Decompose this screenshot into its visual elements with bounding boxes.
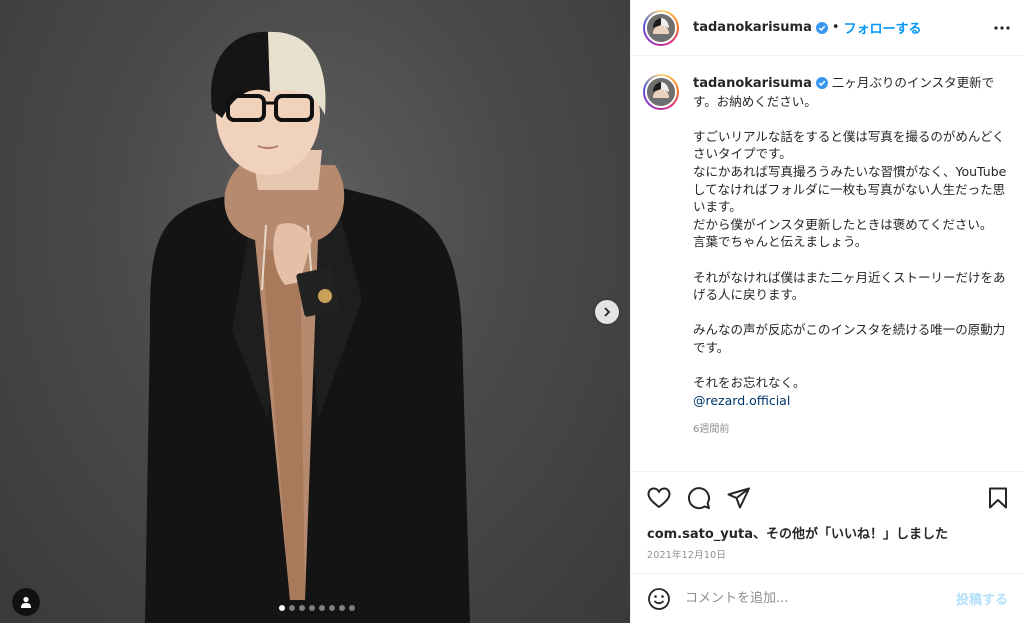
comment-input[interactable] [685, 591, 956, 606]
carousel-dot [299, 605, 305, 611]
likes-summary: com.sato_yuta、その他が「いいね！」しました [631, 523, 1024, 543]
post-header: tadanokarisuma • フォローする [631, 0, 1024, 56]
avatar[interactable] [643, 74, 679, 110]
verified-badge-icon [815, 21, 828, 34]
emoji-icon[interactable] [647, 587, 671, 611]
mention-link[interactable]: @rezard.official [693, 393, 790, 408]
carousel-dot [319, 605, 325, 611]
user-icon [21, 596, 31, 608]
carousel-dot [339, 605, 345, 611]
avatar[interactable] [643, 9, 679, 46]
tagged-users-button[interactable] [12, 588, 40, 616]
carousel-dot [289, 605, 295, 611]
caption-section: tadanokarisuma 二ヶ月ぶりのインスタ更新です。お納めください。 す… [631, 56, 1024, 471]
comment-bar: 投稿する [631, 573, 1024, 623]
caption-username-link[interactable]: tadanokarisuma [693, 76, 812, 91]
chevron-right-icon [604, 307, 611, 317]
carousel-dot [279, 605, 285, 611]
follow-button[interactable]: フォローする [844, 18, 922, 37]
separator: • [831, 20, 840, 35]
action-bar [631, 471, 1024, 523]
carousel-next-button[interactable] [595, 300, 619, 324]
comment-icon [688, 486, 710, 509]
save-button[interactable] [988, 487, 1008, 509]
carousel-indicator [279, 605, 355, 611]
liker-username-link[interactable]: com.sato_yuta [647, 527, 753, 542]
post-timestamp: 6週間前 [693, 424, 730, 436]
carousel-dot [349, 605, 355, 611]
share-button[interactable] [727, 487, 751, 509]
post-comment-button[interactable]: 投稿する [956, 589, 1008, 608]
bookmark-icon [989, 487, 1007, 508]
send-icon [727, 487, 750, 508]
post-photo [145, 31, 470, 623]
caption-body: すごいリアルな話をすると僕は写真を撮るのがめんどくさいタイプです。 なにかあれば… [693, 128, 1007, 391]
post-date: 2021年12月10日 [647, 550, 727, 561]
carousel-dot [329, 605, 335, 611]
heart-icon [647, 486, 671, 508]
username-link[interactable]: tadanokarisuma [693, 20, 812, 35]
verified-badge-icon [815, 77, 828, 89]
likes-suffix[interactable]: 、その他が「いいね！」しました [753, 527, 948, 542]
caption-text: tadanokarisuma 二ヶ月ぶりのインスタ更新です。お納めください。 す… [693, 74, 1010, 439]
post-details-panel: tadanokarisuma • フォローする tadanokarisuma 二… [630, 0, 1024, 623]
comment-button[interactable] [687, 486, 711, 510]
post-media[interactable] [0, 0, 630, 623]
carousel-dot [309, 605, 315, 611]
more-options-icon[interactable] [994, 25, 1010, 30]
like-button[interactable] [647, 486, 671, 509]
post-viewer: tadanokarisuma • フォローする tadanokarisuma 二… [0, 0, 1024, 623]
